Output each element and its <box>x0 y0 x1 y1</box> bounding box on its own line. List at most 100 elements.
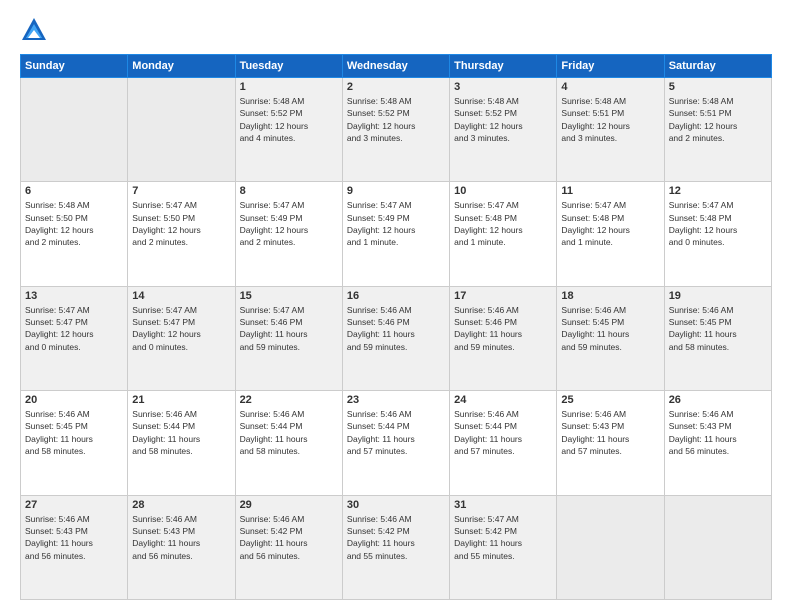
day-info: Sunrise: 5:48 AMSunset: 5:52 PMDaylight:… <box>454 95 552 144</box>
calendar-week-3: 20 Sunrise: 5:46 AMSunset: 5:45 PMDayligh… <box>21 391 772 495</box>
calendar-cell: 26 Sunrise: 5:46 AMSunset: 5:43 PMDayligh… <box>664 391 771 495</box>
calendar-week-4: 27 Sunrise: 5:46 AMSunset: 5:43 PMDayligh… <box>21 495 772 599</box>
day-info: Sunrise: 5:46 AMSunset: 5:42 PMDaylight:… <box>240 513 338 562</box>
day-number: 22 <box>240 394 338 406</box>
calendar-cell: 18Sunrise: 5:46 AMSunset: 5:45 PMDayligh… <box>557 286 664 390</box>
calendar-cell <box>128 78 235 182</box>
day-info: Sunrise: 5:47 AMSunset: 5:46 PMDaylight:… <box>240 304 338 353</box>
calendar-cell: 31Sunrise: 5:47 AMSunset: 5:42 PMDayligh… <box>450 495 557 599</box>
day-number: 15 <box>240 290 338 302</box>
calendar-cell <box>664 495 771 599</box>
calendar-cell: 30 Sunrise: 5:46 AMSunset: 5:42 PMDayligh… <box>342 495 449 599</box>
calendar-cell: 11 Sunrise: 5:47 AMSunset: 5:48 PMDayligh… <box>557 182 664 286</box>
calendar-cell: 16Sunrise: 5:46 AMSunset: 5:46 PMDayligh… <box>342 286 449 390</box>
calendar-cell: 23 Sunrise: 5:46 AMSunset: 5:44 PMDayligh… <box>342 391 449 495</box>
calendar-cell: 7 Sunrise: 5:47 AMSunset: 5:50 PMDaylight… <box>128 182 235 286</box>
logo-icon <box>20 16 48 44</box>
col-header-friday: Friday <box>557 55 664 78</box>
day-number: 20 <box>25 394 123 406</box>
calendar-cell: 4Sunrise: 5:48 AMSunset: 5:51 PMDaylight… <box>557 78 664 182</box>
calendar-cell: 19 Sunrise: 5:46 AMSunset: 5:45 PMDayligh… <box>664 286 771 390</box>
day-info: Sunrise: 5:47 AMSunset: 5:49 PMDaylight:… <box>240 199 338 248</box>
calendar-cell: 13 Sunrise: 5:47 AMSunset: 5:47 PMDayligh… <box>21 286 128 390</box>
col-header-saturday: Saturday <box>664 55 771 78</box>
calendar-cell: 1 Sunrise: 5:48 AMSunset: 5:52 PMDaylight… <box>235 78 342 182</box>
calendar-cell: 12Sunrise: 5:47 AMSunset: 5:48 PMDayligh… <box>664 182 771 286</box>
calendar-week-1: 6 Sunrise: 5:48 AMSunset: 5:50 PMDaylight… <box>21 182 772 286</box>
day-info: Sunrise: 5:46 AMSunset: 5:44 PMDaylight:… <box>454 408 552 457</box>
day-number: 28 <box>132 499 230 511</box>
logo <box>20 16 52 44</box>
calendar-cell: 10 Sunrise: 5:47 AMSunset: 5:48 PMDayligh… <box>450 182 557 286</box>
day-number: 21 <box>132 394 230 406</box>
day-info: Sunrise: 5:46 AMSunset: 5:43 PMDaylight:… <box>132 513 230 562</box>
day-number: 11 <box>561 185 659 197</box>
day-number: 1 <box>240 81 338 93</box>
day-info: Sunrise: 5:46 AMSunset: 5:43 PMDaylight:… <box>561 408 659 457</box>
calendar-cell: 21 Sunrise: 5:46 AMSunset: 5:44 PMDayligh… <box>128 391 235 495</box>
calendar-cell: 24 Sunrise: 5:46 AMSunset: 5:44 PMDayligh… <box>450 391 557 495</box>
day-number: 25 <box>561 394 659 406</box>
day-info: Sunrise: 5:46 AMSunset: 5:42 PMDaylight:… <box>347 513 445 562</box>
day-info: Sunrise: 5:46 AMSunset: 5:44 PMDaylight:… <box>347 408 445 457</box>
calendar-cell: 17Sunrise: 5:46 AMSunset: 5:46 PMDayligh… <box>450 286 557 390</box>
page: SundayMondayTuesdayWednesdayThursdayFrid… <box>0 0 792 612</box>
calendar-cell: 14 Sunrise: 5:47 AMSunset: 5:47 PMDayligh… <box>128 286 235 390</box>
day-info: Sunrise: 5:46 AMSunset: 5:43 PMDaylight:… <box>669 408 767 457</box>
col-header-thursday: Thursday <box>450 55 557 78</box>
day-info: Sunrise: 5:47 AMSunset: 5:48 PMDaylight:… <box>561 199 659 248</box>
day-info: Sunrise: 5:48 AMSunset: 5:50 PMDaylight:… <box>25 199 123 248</box>
col-header-tuesday: Tuesday <box>235 55 342 78</box>
day-info: Sunrise: 5:47 AMSunset: 5:48 PMDaylight:… <box>454 199 552 248</box>
calendar-cell <box>557 495 664 599</box>
day-number: 24 <box>454 394 552 406</box>
day-info: Sunrise: 5:46 AMSunset: 5:44 PMDaylight:… <box>240 408 338 457</box>
col-header-monday: Monday <box>128 55 235 78</box>
day-info: Sunrise: 5:47 AMSunset: 5:48 PMDaylight:… <box>669 199 767 248</box>
day-number: 29 <box>240 499 338 511</box>
calendar-cell: 8 Sunrise: 5:47 AMSunset: 5:49 PMDaylight… <box>235 182 342 286</box>
day-number: 26 <box>669 394 767 406</box>
day-number: 7 <box>132 185 230 197</box>
day-info: Sunrise: 5:48 AMSunset: 5:51 PMDaylight:… <box>669 95 767 144</box>
day-info: Sunrise: 5:47 AMSunset: 5:47 PMDaylight:… <box>132 304 230 353</box>
calendar-cell: 6 Sunrise: 5:48 AMSunset: 5:50 PMDaylight… <box>21 182 128 286</box>
day-number: 17 <box>454 290 552 302</box>
day-number: 14 <box>132 290 230 302</box>
calendar-body: 1 Sunrise: 5:48 AMSunset: 5:52 PMDaylight… <box>21 78 772 600</box>
calendar-cell: 20 Sunrise: 5:46 AMSunset: 5:45 PMDayligh… <box>21 391 128 495</box>
calendar-cell: 5 Sunrise: 5:48 AMSunset: 5:51 PMDaylight… <box>664 78 771 182</box>
calendar-cell: 22 Sunrise: 5:46 AMSunset: 5:44 PMDayligh… <box>235 391 342 495</box>
day-info: Sunrise: 5:47 AMSunset: 5:47 PMDaylight:… <box>25 304 123 353</box>
calendar-week-0: 1 Sunrise: 5:48 AMSunset: 5:52 PMDaylight… <box>21 78 772 182</box>
day-info: Sunrise: 5:48 AMSunset: 5:51 PMDaylight:… <box>561 95 659 144</box>
day-info: Sunrise: 5:46 AMSunset: 5:43 PMDaylight:… <box>25 513 123 562</box>
calendar-cell: 27 Sunrise: 5:46 AMSunset: 5:43 PMDayligh… <box>21 495 128 599</box>
day-number: 10 <box>454 185 552 197</box>
day-number: 16 <box>347 290 445 302</box>
calendar-cell: 9Sunrise: 5:47 AMSunset: 5:49 PMDaylight… <box>342 182 449 286</box>
calendar-cell: 15 Sunrise: 5:47 AMSunset: 5:46 PMDayligh… <box>235 286 342 390</box>
day-number: 6 <box>25 185 123 197</box>
day-info: Sunrise: 5:46 AMSunset: 5:44 PMDaylight:… <box>132 408 230 457</box>
day-number: 5 <box>669 81 767 93</box>
calendar-cell: 3Sunrise: 5:48 AMSunset: 5:52 PMDaylight… <box>450 78 557 182</box>
day-number: 13 <box>25 290 123 302</box>
day-info: Sunrise: 5:48 AMSunset: 5:52 PMDaylight:… <box>240 95 338 144</box>
col-header-wednesday: Wednesday <box>342 55 449 78</box>
calendar-header: SundayMondayTuesdayWednesdayThursdayFrid… <box>21 55 772 78</box>
calendar-cell: 25 Sunrise: 5:46 AMSunset: 5:43 PMDayligh… <box>557 391 664 495</box>
day-info: Sunrise: 5:47 AMSunset: 5:50 PMDaylight:… <box>132 199 230 248</box>
day-number: 27 <box>25 499 123 511</box>
day-number: 19 <box>669 290 767 302</box>
day-number: 30 <box>347 499 445 511</box>
header <box>20 16 772 44</box>
day-info: Sunrise: 5:47 AMSunset: 5:49 PMDaylight:… <box>347 199 445 248</box>
calendar-cell: 2Sunrise: 5:48 AMSunset: 5:52 PMDaylight… <box>342 78 449 182</box>
day-number: 23 <box>347 394 445 406</box>
day-info: Sunrise: 5:47 AMSunset: 5:42 PMDaylight:… <box>454 513 552 562</box>
day-info: Sunrise: 5:46 AMSunset: 5:45 PMDaylight:… <box>561 304 659 353</box>
day-info: Sunrise: 5:46 AMSunset: 5:45 PMDaylight:… <box>25 408 123 457</box>
day-number: 8 <box>240 185 338 197</box>
day-info: Sunrise: 5:46 AMSunset: 5:45 PMDaylight:… <box>669 304 767 353</box>
